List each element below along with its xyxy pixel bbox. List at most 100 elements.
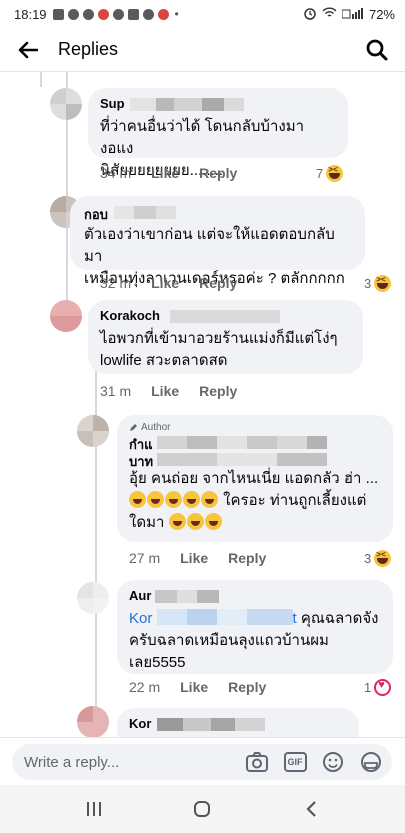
search-button[interactable]: [363, 36, 391, 64]
reply-button[interactable]: Reply: [199, 383, 237, 399]
reply-button[interactable]: Reply: [228, 679, 266, 695]
youtube-icon: [127, 8, 139, 20]
comment-bubble: Sup ที่ว่าคนอื่นว่าได้ โดนกลับบ้างมางอแง…: [88, 88, 348, 179]
comment-text-fragment: ใครอะ ท่านถูกเลี้ยงแต่: [219, 492, 367, 509]
rofl-emoji-icon: [201, 491, 218, 508]
emoji-icon[interactable]: [321, 750, 345, 774]
rofl-emoji-icon: [165, 491, 182, 508]
comment-bubble: กอบ ตัวเองว่าเขาก่อน แต่จะให้แอดตอบกลับม…: [70, 196, 365, 287]
rofl-emoji-icon: [183, 491, 200, 508]
recent-apps-button[interactable]: [74, 789, 114, 829]
author-name: กำแ: [129, 437, 153, 452]
avatar[interactable]: [77, 706, 109, 737]
author-name: กอบ: [84, 207, 108, 222]
reaction-summary[interactable]: 7: [316, 165, 344, 182]
rofl-emoji-icon: [186, 513, 204, 530]
avatar[interactable]: [77, 415, 109, 447]
reaction-summary[interactable]: 1: [364, 679, 392, 696]
comment-actions: 32 m Like Reply: [100, 275, 237, 291]
redacted-name: [114, 206, 176, 219]
comment-line: ที่ว่าคนอื่นว่าได้ โดนกลับบ้างมางอแง: [100, 118, 305, 157]
composer-actions: GIF: [245, 750, 383, 774]
wifi-icon: [322, 7, 337, 22]
redacted-mention: [156, 609, 293, 625]
battery-percent: 72%: [368, 6, 395, 22]
mail-icon: [52, 8, 64, 20]
key-icon: [112, 8, 124, 20]
comment-time[interactable]: 31 m: [100, 383, 131, 399]
redacted-name: [130, 98, 244, 111]
comment-time[interactable]: 27 m: [129, 550, 160, 566]
comment-time[interactable]: 34 m: [100, 165, 131, 181]
comment-line: เลย5555: [129, 654, 186, 671]
like-button[interactable]: Like: [151, 275, 179, 291]
comment-author[interactable]: กอบ: [84, 204, 353, 222]
redacted-name: [157, 436, 327, 449]
author-name: Korakoch: [100, 308, 160, 323]
recent-apps-icon: [87, 802, 102, 816]
redacted-name: [157, 453, 327, 466]
mention-link[interactable]: Kor: [129, 610, 152, 627]
comment-bubble: Aur Kor t คุณฉลาดจัง ครับฉลาดเหมือนลุงแถ…: [117, 580, 393, 674]
comment-bubble: Korakoch ไอพวกที่เข้ามาอวยร้านแม่งก็มีแต…: [88, 300, 363, 374]
like-button[interactable]: Like: [180, 550, 208, 566]
comment-author-line2: บาท: [129, 451, 381, 469]
like-button[interactable]: Like: [151, 165, 179, 181]
home-icon: [194, 801, 211, 817]
search-icon: [366, 39, 388, 60]
comment-line: ตัวเองว่าเขาก่อน แต่จะให้แอดตอบกลับมา: [84, 226, 335, 265]
comment-author[interactable]: Sup: [100, 96, 336, 113]
avatar[interactable]: [50, 88, 82, 120]
avatar[interactable]: [77, 582, 109, 614]
comment-line: ไอพวกที่เข้ามาอวยร้านแม่งก็มีแต่โง่ๆ: [100, 330, 338, 347]
system-icons: 72%: [303, 6, 395, 23]
comment-time[interactable]: 32 m: [100, 275, 131, 291]
reply-button[interactable]: Reply: [199, 165, 237, 181]
like-button[interactable]: Like: [151, 383, 179, 399]
back-arrow-icon: [18, 41, 38, 58]
comment-line: ครับฉลาดเหมือนลุงแถวบ้านผม: [129, 632, 329, 649]
author-name-line2: บาท: [129, 454, 154, 469]
system-nav-bar: [0, 785, 405, 833]
back-button[interactable]: [14, 36, 42, 64]
author-name: Kor: [129, 716, 152, 731]
reply-button[interactable]: Reply: [199, 275, 237, 291]
avatar[interactable]: [50, 300, 82, 332]
comment-time[interactable]: 22 m: [129, 679, 160, 695]
author-name: Sup: [100, 96, 125, 111]
comment-author[interactable]: Korakoch: [100, 308, 351, 325]
facebook-icon: [67, 8, 79, 20]
thread-line: [95, 332, 97, 737]
camera-icon[interactable]: [245, 750, 269, 774]
gif-icon[interactable]: GIF: [283, 750, 307, 774]
comment-author[interactable]: Kor: [129, 716, 347, 733]
comment-text: อุ้ย คนถ่อย จากไหนเนี่ย แอดกลัว ฮ่า ... …: [129, 468, 381, 534]
app-header: Replies: [0, 28, 405, 72]
status-bar: 18:19 • 72%: [0, 0, 405, 28]
reply-button[interactable]: Reply: [228, 550, 266, 566]
reaction-summary[interactable]: 3: [364, 550, 392, 567]
messenger-icon: [82, 8, 94, 20]
comment-line: ใดมา: [129, 512, 381, 534]
back-icon: [306, 801, 316, 817]
reply-composer: GIF: [0, 737, 405, 785]
rofl-emoji-icon: [204, 513, 222, 530]
comment-author[interactable]: Aur: [129, 588, 381, 605]
love-reaction-icon: [374, 679, 392, 696]
comment-line: ใครอะ ท่านถูกเลี้ยงแต่: [129, 490, 381, 512]
reaction-count: 3: [364, 551, 372, 566]
like-button[interactable]: Like: [180, 679, 208, 695]
comment-author[interactable]: กำแ: [129, 434, 381, 452]
haha-reaction-icon: [326, 165, 344, 182]
comment-text: Kor t คุณฉลาดจัง ครับฉลาดเหมือนลุงแถวบ้า…: [129, 608, 381, 674]
reaction-count: 3: [364, 276, 372, 291]
sticker-icon[interactable]: [359, 750, 383, 774]
nav-back-button[interactable]: [291, 789, 331, 829]
comment-bubble: Author กำแ บาท อุ้ย คนถ่อย จากไหนเนี่ย แ…: [117, 415, 393, 542]
google-icon: [142, 8, 154, 20]
replies-thread: Sup ที่ว่าคนอื่นว่าได้ โดนกลับบ้างมางอแง…: [0, 72, 405, 737]
comment-line: อุ้ย คนถ่อย จากไหนเนี่ย แอดกลัว ฮ่า ...: [129, 470, 379, 487]
app-icon: [97, 8, 109, 20]
reaction-summary[interactable]: 3: [364, 275, 392, 292]
home-button[interactable]: [182, 789, 222, 829]
